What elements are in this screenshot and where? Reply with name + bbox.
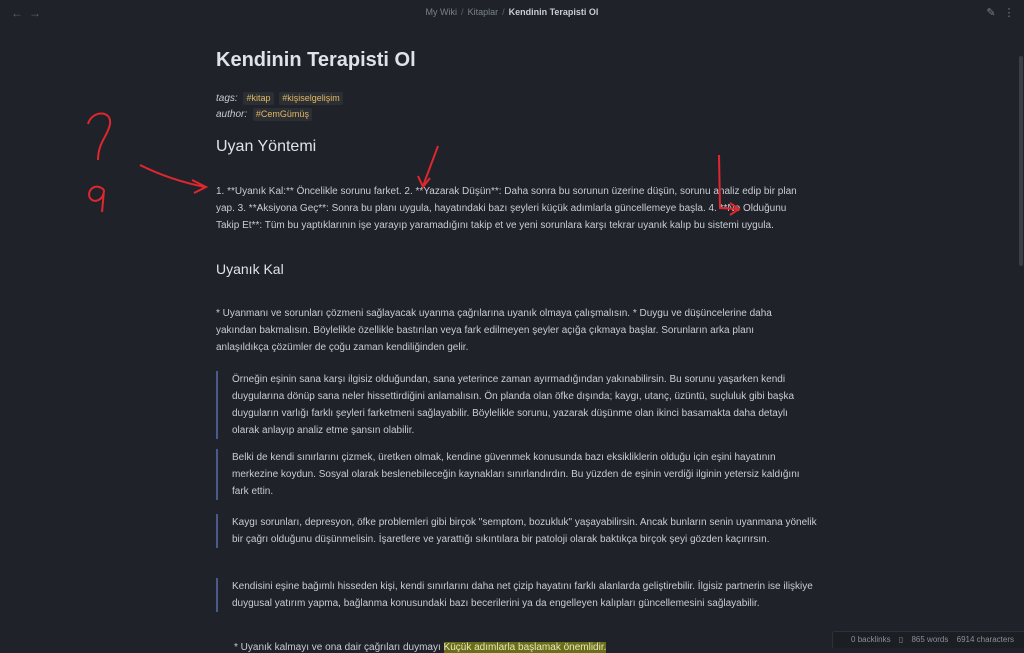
- blockquote-1: Örneğin eşinin sana karşı ilgisiz olduğu…: [216, 371, 817, 439]
- question-mark-drawing: [87, 112, 112, 161]
- tag-kisiselgelisim[interactable]: #kişiselgelişim: [279, 92, 343, 105]
- scrollbar[interactable]: [1018, 26, 1024, 648]
- tags-row: tags: #kitap #kişiselgelişim: [216, 91, 806, 107]
- blockquote-4: Kendisini eşine bağımlı hisseden kişi, k…: [216, 578, 817, 612]
- heading-uyanik-kal: Uyanık Kal: [216, 261, 284, 277]
- arrow-to-step-two: [422, 145, 439, 187]
- author-row: author: #CemGümüş: [216, 107, 806, 123]
- scrollbar-thumb[interactable]: [1019, 56, 1023, 266]
- paragraph-uyanik-kal: * Uyanmanı ve sorunları çözmeni sağlayac…: [216, 308, 772, 353]
- word-count: 865 words: [911, 635, 949, 644]
- breadcrumb-item-wiki[interactable]: My Wiki: [426, 7, 458, 17]
- tags-key: tags: [216, 93, 235, 104]
- breadcrumb: My Wiki / Kitaplar / Kendinin Terapisti Ol: [425, 7, 599, 17]
- paragraph-steps: 1. **Uyanık Kal:** Öncelikle sorunu fark…: [216, 186, 797, 231]
- breadcrumb-item-kitaplar[interactable]: Kitaplar: [468, 7, 499, 17]
- status-bar: 0 backlinks ▯ 865 words 6914 characters: [832, 631, 1024, 648]
- arrow-to-step-one: [139, 164, 206, 188]
- note-metadata: tags: #kitap #kişiselgelişim author: #Ce…: [216, 91, 806, 123]
- blockquote-3: Kaygı sorunları, depresyon, öfke problem…: [216, 514, 817, 548]
- arrowhead-step-one: [191, 179, 209, 194]
- more-options-icon[interactable]: ⋮: [1002, 6, 1016, 20]
- book-icon[interactable]: ▯: [899, 635, 903, 644]
- note-title: Kendinin Terapisti Ol: [216, 49, 416, 71]
- backlinks-count[interactable]: 0 backlinks: [851, 635, 891, 644]
- digit-nine-drawing: [88, 185, 105, 213]
- title-bar: ← → My Wiki / Kitaplar / Kendinin Terapisti …: [0, 0, 1024, 26]
- author-key: author: [216, 109, 245, 120]
- pencil-icon[interactable]: ✎: [984, 6, 998, 20]
- character-count: 6914 characters: [956, 635, 1014, 644]
- blockquote-2: Belki de kendi sınırlarını çizmek, üretk…: [216, 449, 817, 500]
- note-content: Kendinin Terapisti Ol tags: #kitap #kişi…: [216, 45, 817, 653]
- tag-author[interactable]: #CemGümüş: [252, 108, 312, 121]
- breadcrumb-item-current: Kendinin Terapisti Ol: [508, 7, 599, 17]
- heading-uyan-yontemi: Uyan Yöntemi: [216, 138, 317, 155]
- tag-kitap[interactable]: #kitap: [243, 92, 274, 105]
